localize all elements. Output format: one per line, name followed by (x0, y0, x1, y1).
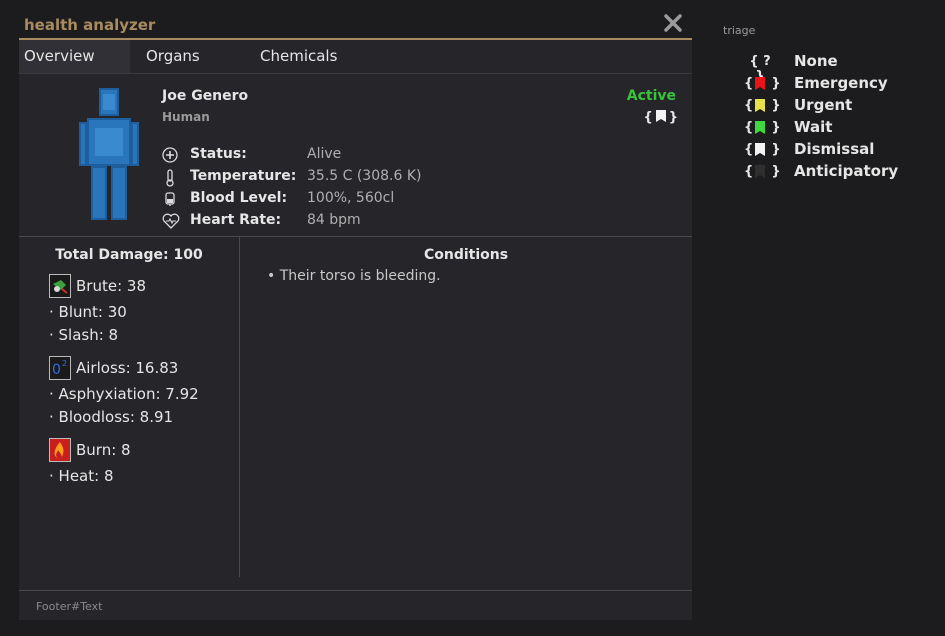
damage-sub-slash: · Slash: 8 (49, 326, 119, 344)
svg-text:0: 0 (52, 362, 61, 378)
triage-option-label: Emergency (794, 74, 888, 92)
airloss-icon: 0 2 (49, 356, 71, 380)
tab-overview[interactable]: Overview (19, 40, 130, 73)
burn-icon (49, 438, 71, 462)
blood-level-value: 100%, 560cl (307, 190, 395, 206)
thermometer-icon (166, 169, 174, 187)
damage-sub-blunt: · Blunt: 30 (49, 303, 127, 321)
triage-flag-indicator[interactable]: {} (643, 110, 678, 125)
triage-title: triage (723, 24, 756, 37)
patient-sprite-icon (79, 88, 139, 220)
medical-cross-icon (162, 147, 178, 163)
triage-option-label: Wait (794, 118, 833, 136)
total-damage: Total Damage: 100 (55, 247, 203, 263)
heart-rate-label: Heart Rate: (190, 212, 282, 228)
flag-icon (655, 110, 666, 122)
status-label: Status: (190, 146, 247, 162)
temperature-value: 35.5 C (308.6 K) (307, 168, 422, 184)
burn-label: Burn: 8 (76, 441, 131, 459)
status-value: Alive (307, 146, 342, 162)
patient-summary: Joe Genero Human Active {} Status: Alive… (19, 73, 692, 237)
flag-icon (755, 77, 765, 90)
tab-chemicals[interactable]: Chemicals (260, 40, 337, 73)
blood-level-label: Blood Level: (190, 190, 288, 206)
window-title: health analyzer (24, 16, 156, 34)
footer-text: Footer#Text (36, 600, 103, 613)
triage-option-label: Anticipatory (794, 162, 899, 180)
tab-organs[interactable]: Organs (146, 40, 200, 73)
title-bar[interactable]: health analyzer (19, 11, 692, 40)
damage-panel: Total Damage: 100 Brute: 38 · Blunt: 30 … (19, 237, 240, 577)
flag-icon (755, 121, 765, 134)
brute-icon (49, 274, 71, 298)
brute-label: Brute: 38 (76, 277, 146, 295)
triage-option-label: Urgent (794, 96, 853, 114)
footer: Footer#Text (19, 590, 692, 621)
patient-state-label: Active (626, 88, 676, 104)
patient-species: Human (162, 110, 210, 124)
conditions-title: Conditions (423, 247, 509, 263)
close-icon[interactable] (662, 12, 684, 34)
damage-sub-heat: · Heat: 8 (49, 467, 114, 485)
temperature-label: Temperature: (190, 168, 297, 184)
heart-rate-value: 84 bpm (307, 212, 361, 228)
blood-bag-icon (165, 192, 175, 206)
triage-option-label: Dismissal (794, 140, 875, 158)
patient-name: Joe Genero (162, 88, 249, 104)
flag-icon (755, 99, 765, 112)
svg-text:2: 2 (62, 359, 67, 368)
heart-rate-icon (162, 213, 180, 229)
flag-icon (755, 143, 765, 156)
condition-item: • Their torso is bleeding. (267, 268, 441, 284)
flag-icon (755, 165, 765, 178)
damage-sub-asphyxiation: · Asphyxiation: 7.92 (49, 385, 199, 403)
tab-bar: Overview Organs Chemicals (19, 40, 692, 74)
damage-sub-bloodloss: · Bloodloss: 8.91 (49, 408, 174, 426)
airloss-label: Airloss: 16.83 (76, 359, 179, 377)
triage-option-label: None (794, 52, 838, 70)
health-analyzer-window: health analyzer Overview Organs Chemical… (19, 11, 692, 620)
